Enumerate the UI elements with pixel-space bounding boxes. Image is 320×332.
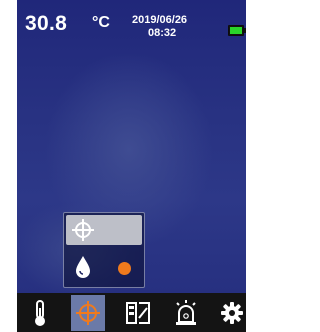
spot-mode-button[interactable]	[66, 215, 142, 245]
crosshair-icon	[76, 301, 100, 325]
palette-icon	[126, 302, 150, 324]
crosshair-icon	[72, 219, 94, 241]
dew-point-mode-button[interactable]	[66, 251, 142, 283]
thermal-view: 30.8 °C 2019/06/26 08:32	[17, 0, 246, 332]
time-label: 08:32	[148, 27, 177, 39]
alarm-button[interactable]	[169, 295, 203, 331]
temperature-value: 30.8	[25, 12, 68, 35]
battery-level	[230, 27, 242, 34]
palette-button[interactable]	[121, 295, 155, 331]
temperature-unit: °C	[92, 14, 110, 31]
alarm-icon	[176, 300, 196, 325]
status-dot	[118, 262, 131, 275]
battery-icon	[228, 25, 244, 36]
measurement-mode-popup	[63, 212, 145, 288]
thermometer-button[interactable]	[23, 295, 57, 331]
date-label: 2019/06/26	[132, 14, 188, 26]
thermometer-icon	[35, 300, 45, 326]
bottom-toolbar	[17, 293, 246, 332]
battery-tip	[244, 28, 246, 33]
settings-button[interactable]	[215, 295, 246, 331]
settings-icon	[221, 302, 243, 324]
crosshair-button[interactable]	[71, 295, 105, 331]
